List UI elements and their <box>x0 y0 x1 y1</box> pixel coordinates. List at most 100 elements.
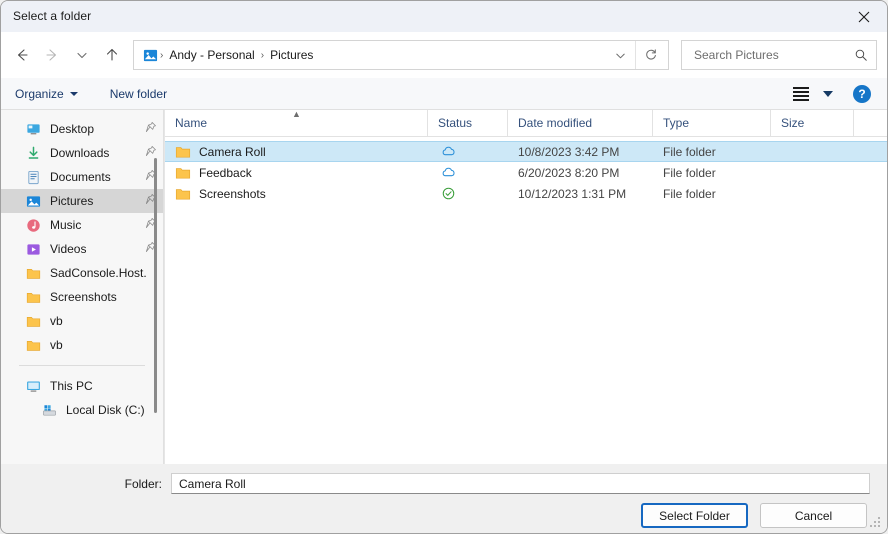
cell-name: Feedback <box>165 165 428 181</box>
breadcrumb-item-1[interactable]: Pictures <box>266 48 317 62</box>
new-folder-label: New folder <box>110 87 167 101</box>
up-arrow-icon <box>104 47 120 63</box>
select-folder-button[interactable]: Select Folder <box>641 503 748 528</box>
recent-locations-button[interactable] <box>67 40 97 70</box>
file-type: File folder <box>663 166 716 180</box>
up-button[interactable] <box>97 40 127 70</box>
cell-date-modified: 10/12/2023 1:31 PM <box>508 187 653 201</box>
sidebar-item-pictures[interactable]: Pictures <box>1 189 163 213</box>
column-header-label: Type <box>663 116 689 130</box>
folder-icon <box>25 313 41 329</box>
chevron-down-icon <box>70 92 78 96</box>
cell-type: File folder <box>653 166 771 180</box>
help-button[interactable]: ? <box>853 85 871 103</box>
drive-icon <box>41 402 57 418</box>
close-button[interactable] <box>841 1 887 32</box>
table-row[interactable]: Screenshots 10/12/2023 1:31 PM File fold… <box>165 183 887 204</box>
organize-button[interactable]: Organize <box>15 87 88 101</box>
music-icon <box>25 217 41 233</box>
breadcrumb-bar[interactable]: › Andy - Personal › Pictures <box>133 40 669 70</box>
new-folder-button[interactable]: New folder <box>110 87 177 101</box>
sidebar-item-vb-1[interactable]: vb <box>1 309 163 333</box>
refresh-button[interactable] <box>636 41 666 69</box>
table-row[interactable]: Feedback 6/20/2023 8:20 PM File folder <box>165 162 887 183</box>
cell-status <box>428 144 508 159</box>
cell-name: Screenshots <box>165 186 428 202</box>
select-folder-dialog: Select a folder <box>0 0 888 534</box>
cancel-button[interactable]: Cancel <box>760 503 867 528</box>
command-bar: Organize New folder ? <box>1 78 887 110</box>
back-button[interactable] <box>7 40 37 70</box>
folder-icon <box>175 165 191 181</box>
resize-grip[interactable] <box>870 517 882 529</box>
table-row[interactable]: Camera Roll 10/8/2023 3:42 PM File folde… <box>165 141 887 162</box>
column-header-label: Status <box>438 116 472 130</box>
cloud-icon <box>441 165 456 180</box>
file-type: File folder <box>663 145 716 159</box>
file-date: 10/12/2023 1:31 PM <box>518 187 626 201</box>
cell-status <box>428 186 508 201</box>
title-bar: Select a folder <box>1 1 887 32</box>
sidebar-item-documents[interactable]: Documents <box>1 165 163 189</box>
sidebar-item-vb-2[interactable]: vb <box>1 333 163 357</box>
file-type: File folder <box>663 187 716 201</box>
folder-label: Folder: <box>1 477 171 491</box>
sidebar-label: SadConsole.Host. <box>50 266 147 280</box>
close-icon <box>858 11 870 23</box>
column-header-type[interactable]: Type <box>653 110 771 136</box>
file-list-pane: Name ▲ Status Date modified Type Size <box>164 110 887 464</box>
search-icon[interactable] <box>854 48 868 62</box>
window-title: Select a folder <box>13 9 91 23</box>
column-header-date-modified[interactable]: Date modified <box>508 110 653 136</box>
view-options-button[interactable] <box>793 87 833 101</box>
cell-date-modified: 10/8/2023 3:42 PM <box>508 145 653 159</box>
breadcrumb-item-0[interactable]: Andy - Personal <box>165 48 258 62</box>
cell-date-modified: 6/20/2023 8:20 PM <box>508 166 653 180</box>
breadcrumb-dropdown-button[interactable] <box>605 41 635 69</box>
search-box[interactable] <box>681 40 877 70</box>
folder-icon <box>175 186 191 202</box>
sidebar-label: vb <box>50 314 63 328</box>
column-header-name[interactable]: Name ▲ <box>165 110 428 136</box>
folder-field-row: Folder: <box>1 464 887 494</box>
videos-icon <box>25 241 41 257</box>
search-input[interactable] <box>692 47 854 63</box>
forward-button[interactable] <box>37 40 67 70</box>
documents-icon <box>25 169 41 185</box>
dialog-body: Desktop Downloads <box>1 110 887 464</box>
folder-input[interactable] <box>177 476 869 492</box>
chevron-down-icon <box>75 48 89 62</box>
sidebar-item-screenshots[interactable]: Screenshots <box>1 285 163 309</box>
file-date: 6/20/2023 8:20 PM <box>518 166 619 180</box>
sidebar-item-downloads[interactable]: Downloads <box>1 141 163 165</box>
sidebar-label: Desktop <box>50 122 94 136</box>
sidebar-label: This PC <box>50 379 93 393</box>
column-header-status[interactable]: Status <box>428 110 508 136</box>
column-header-size[interactable]: Size <box>771 110 854 136</box>
file-name: Screenshots <box>199 187 266 201</box>
sidebar-separator <box>19 365 145 366</box>
cell-status <box>428 165 508 180</box>
sidebar-item-local-disk-c[interactable]: Local Disk (C:) <box>1 398 163 422</box>
cell-type: File folder <box>653 187 771 201</box>
pictures-icon <box>142 47 158 63</box>
sidebar-item-desktop[interactable]: Desktop <box>1 117 163 141</box>
sidebar-scrollbar[interactable] <box>152 130 158 454</box>
cell-type: File folder <box>653 145 771 159</box>
sidebar-scrollbar-thumb[interactable] <box>154 158 157 413</box>
folder-input-wrapper[interactable] <box>171 473 870 494</box>
file-rows: Camera Roll 10/8/2023 3:42 PM File folde… <box>165 137 887 464</box>
file-name: Camera Roll <box>199 145 266 159</box>
refresh-icon <box>644 48 658 62</box>
folder-icon <box>25 265 41 281</box>
column-header-label: Date modified <box>518 116 592 130</box>
sidebar-item-this-pc[interactable]: This PC <box>1 374 163 398</box>
chevron-down-icon[interactable] <box>823 91 833 97</box>
sidebar-label: Pictures <box>50 194 93 208</box>
sidebar-item-videos[interactable]: Videos <box>1 237 163 261</box>
sidebar-item-sadconsole-host[interactable]: SadConsole.Host. <box>1 261 163 285</box>
file-date: 10/8/2023 3:42 PM <box>518 145 619 159</box>
sidebar-item-music[interactable]: Music <box>1 213 163 237</box>
pictures-icon <box>25 193 41 209</box>
folder-icon <box>25 289 41 305</box>
